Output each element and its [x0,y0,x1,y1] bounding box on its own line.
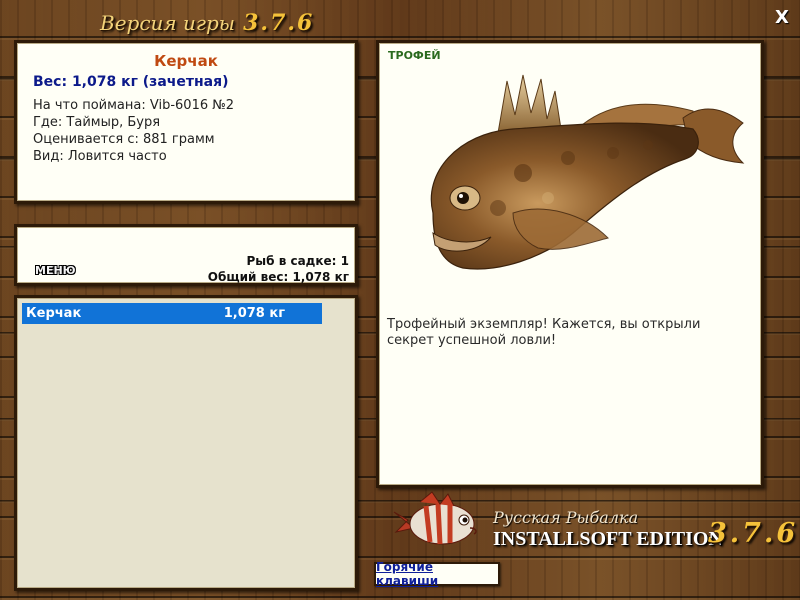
keepnet-stats: Рыб в садке: 1 Общий вес: 1,078 кг [208,253,349,285]
fish-weight: Вес: 1,078 кг (зачетная) [33,74,229,90]
brand-title: Русская Рыбалка [493,508,639,527]
window-title: Версия игры 3.7.6 [100,10,314,36]
fish-count: Рыб в садке: 1 [246,254,350,268]
keepnet-panel: МЕНЮ Рыб в садке: 1 Общий вес: 1,078 кг [14,224,358,286]
brand-version: 3.7.6 [708,518,799,549]
list-item-weight: 1,078 кг [223,306,285,321]
fish-info-panel: Керчак Вес: 1,078 кг (зачетная) На что п… [14,40,358,204]
trophy-label: ТРОФЕЙ [388,49,441,62]
fish-display-panel: ТРОФЕЙ Трофейный экземпляр! Кажется, вы … [376,40,764,488]
brand-fish-logo [393,491,477,545]
catch-list: Керчак 1,078 кг [14,295,358,591]
close-button[interactable]: X [772,6,792,28]
brand-edition: INSTALLSOFT EDITION [493,528,723,550]
trophy-description: Трофейный экземпляр! Кажется, вы открыли… [387,317,701,348]
menu-button[interactable]: МЕНЮ [35,264,76,277]
title-version: 3.7.6 [243,10,315,36]
evaluation-threshold: Оценивается с: 881 грамм [33,132,215,147]
species-frequency: Вид: Ловится часто [33,149,167,164]
close-icon: X [775,6,789,28]
caught-with: На что поймана: Vib-6016 №2 [33,98,235,113]
hotkeys-button[interactable]: Горячие клавиши [374,560,500,588]
catch-location: Где: Таймыр, Буря [33,115,161,130]
fish-name: Керчак [154,52,218,70]
title-text: Версия игры [100,11,236,35]
list-item[interactable]: Керчак 1,078 кг [22,303,322,324]
total-weight: Общий вес: 1,078 кг [207,270,349,284]
fish-image [430,74,745,270]
list-item-name: Керчак [26,306,82,321]
